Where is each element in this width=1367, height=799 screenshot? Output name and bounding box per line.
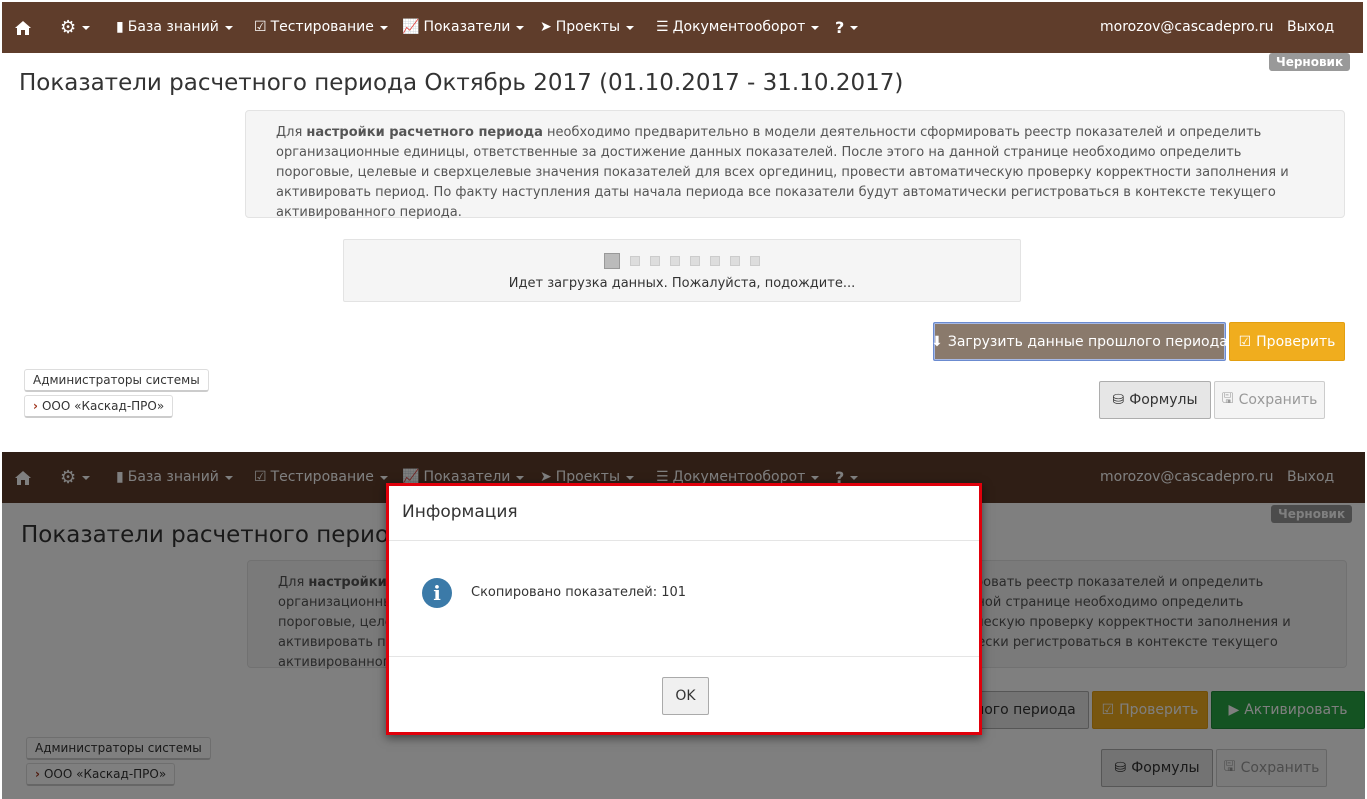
- home-icon: [15, 20, 31, 35]
- info-text-bold: настройки расчетного периода: [306, 125, 543, 140]
- loading-dot: [730, 256, 740, 266]
- nav-indicators[interactable]: 📈Показатели: [402, 2, 525, 53]
- info-text-prefix: Для: [276, 125, 307, 140]
- nav-projects-label: Проекты: [555, 19, 620, 35]
- check-label: Проверить: [1256, 333, 1336, 350]
- nav-testing-label: Тестирование: [270, 19, 374, 35]
- org-company[interactable]: ›ООО «Каскад-ПРО»: [24, 395, 174, 418]
- nav-docflow[interactable]: ☰Документооборот: [656, 2, 820, 53]
- save-icon: 🖫: [1221, 391, 1234, 407]
- formulas-button[interactable]: ⛁Формулы: [1099, 381, 1211, 419]
- ok-button[interactable]: OK: [662, 677, 709, 715]
- loading-box: Идет загрузка данных. Пожалуйста, подожд…: [343, 239, 1021, 302]
- modal-message: Скопировано показателей: 101: [471, 585, 687, 600]
- loading-dot: [650, 256, 660, 266]
- download-icon: ⬇: [931, 333, 943, 350]
- info-circle-icon: i: [422, 578, 452, 608]
- loading-dot: [690, 256, 700, 266]
- page-title: Показатели расчетного периода Октябрь 20…: [19, 70, 904, 96]
- caret-icon: [379, 25, 388, 30]
- question-icon: ?: [835, 18, 845, 37]
- caret-icon: [82, 25, 91, 30]
- org-admins[interactable]: Администраторы системы: [24, 369, 209, 392]
- screen-after: ⚙ ▮База знаний ☑Тестирование 📈Показатели…: [2, 452, 1365, 799]
- book-icon: ▮: [116, 19, 124, 35]
- nav-testing[interactable]: ☑Тестирование: [254, 2, 388, 53]
- caret-icon: [850, 25, 859, 30]
- caret-icon: [811, 25, 820, 30]
- caret-icon: [516, 25, 525, 30]
- nav-docflow-label: Документооборот: [672, 19, 806, 35]
- nav-projects[interactable]: ➤Проекты: [540, 2, 634, 53]
- modal-header: Информация: [389, 486, 979, 541]
- checkbox-icon: ☑: [254, 19, 267, 35]
- help-menu[interactable]: ?: [835, 2, 859, 53]
- cubes-icon: ⛁: [1112, 392, 1125, 408]
- logout-link[interactable]: Выход: [1287, 2, 1334, 53]
- nav-knowledge-base[interactable]: ▮База знаний: [116, 2, 233, 53]
- load-previous-period-button[interactable]: ⬇ Загрузить данные прошлого периода: [931, 322, 1228, 361]
- info-modal: Информация i Скопировано показателей: 10…: [386, 483, 982, 735]
- documents-icon: ☰: [656, 19, 669, 35]
- draft-badge: Черновик: [1269, 53, 1351, 71]
- loading-dot: [750, 256, 760, 266]
- check-square-icon: ☑: [1238, 333, 1252, 350]
- org-company-label: ООО «Каскад-ПРО»: [41, 399, 165, 413]
- gear-icon: ⚙: [60, 17, 77, 38]
- loading-dot: [670, 256, 680, 266]
- formulas-label: Формулы: [1129, 392, 1198, 408]
- nav-indicators-label: Показатели: [423, 19, 511, 35]
- caret-icon: [224, 25, 233, 30]
- info-well: Для настройки расчетного периода необход…: [245, 110, 1345, 220]
- modal-title: Информация: [402, 502, 518, 522]
- top-navbar: ⚙ ▮База знаний ☑Тестирование 📈Показатели…: [2, 2, 1363, 53]
- home-link[interactable]: [14, 2, 32, 53]
- loading-text: Идет загрузка данных. Пожалуйста, подожд…: [508, 276, 856, 291]
- settings-menu[interactable]: ⚙: [60, 2, 91, 53]
- save-label: Сохранить: [1238, 392, 1318, 408]
- line-chart-icon: 📈: [402, 19, 420, 35]
- load-previous-label: Загрузить данные прошлого периода: [947, 333, 1228, 350]
- nav-knowledge-label: База знаний: [127, 19, 219, 35]
- chevron-right-icon: ›: [33, 399, 38, 413]
- user-email-link[interactable]: morozov@cascadepro.ru: [1100, 2, 1274, 53]
- loading-dot: [630, 256, 640, 266]
- loading-dot: [710, 256, 720, 266]
- check-button[interactable]: ☑Проверить: [1229, 322, 1345, 361]
- loading-indicator: [344, 253, 1020, 269]
- save-button[interactable]: 🖫Сохранить: [1214, 381, 1325, 419]
- send-icon: ➤: [540, 19, 552, 35]
- loading-dot: [604, 253, 620, 269]
- screen-before: ⚙ ▮ База знаний ☑ Тестирование 📈 Показатели…: [0, 0, 1367, 440]
- modal-body: i Скопировано показателей: 101: [389, 541, 979, 657]
- caret-icon: [626, 25, 634, 30]
